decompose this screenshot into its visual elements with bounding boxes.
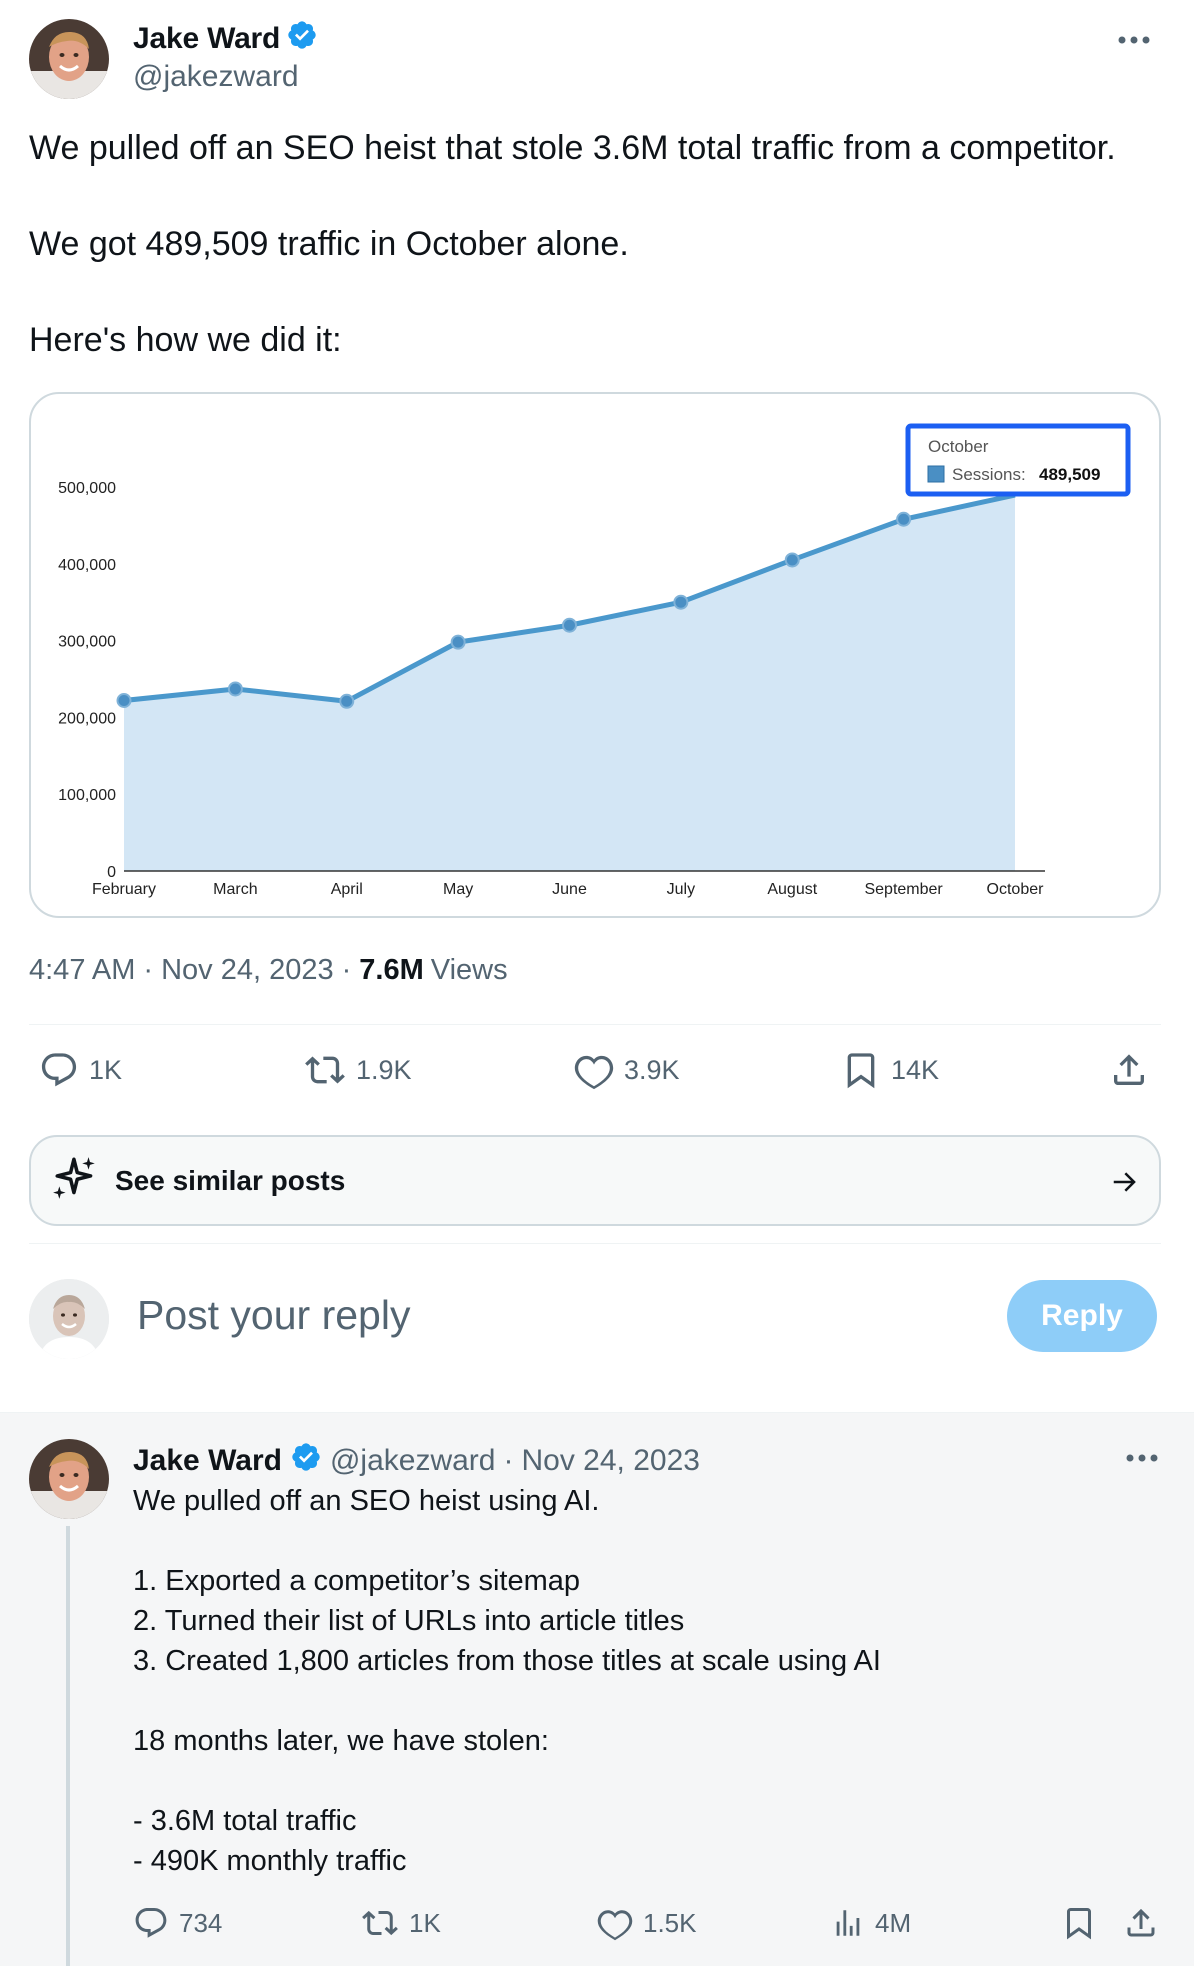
repost-button[interactable]: 1.9K bbox=[304, 1050, 412, 1090]
repost-icon bbox=[304, 1050, 346, 1090]
traffic-chart: 0 100,000 200,000 300,000 400,000 500,000 Febr… bbox=[58, 423, 1131, 898]
reply-views-button[interactable]: 4M bbox=[831, 1905, 911, 1941]
post-meta: 4:47 AM · Nov 24, 2023 · 7.6M Views bbox=[29, 954, 508, 987]
x-tick-label: October bbox=[987, 881, 1045, 898]
y-tick-label: 200,000 bbox=[58, 710, 116, 727]
reply-author-avatar[interactable] bbox=[29, 1439, 109, 1519]
reply-views-count: 4M bbox=[875, 1907, 912, 1938]
like-count: 3.9K bbox=[624, 1054, 680, 1085]
tooltip-label: Sessions: bbox=[952, 465, 1026, 484]
reply-input[interactable]: Post your reply bbox=[137, 1292, 410, 1339]
reply-header: Jake Ward @jakezward · Nov 24, 2023 bbox=[133, 1441, 700, 1481]
repost-count: 1.9K bbox=[356, 1054, 412, 1085]
reply-text: We pulled off an SEO heist using AI. 1. … bbox=[133, 1485, 881, 1877]
y-tick-label: 400,000 bbox=[58, 557, 116, 574]
x-tick-label: July bbox=[667, 881, 695, 898]
data-point bbox=[784, 552, 800, 568]
x-tick-label: June bbox=[552, 881, 587, 898]
share-icon bbox=[1123, 1905, 1159, 1941]
reply-repost-count: 1K bbox=[409, 1907, 441, 1938]
reply-reply-count: 734 bbox=[179, 1907, 223, 1938]
data-point bbox=[116, 693, 132, 709]
meta-separator: · bbox=[341, 954, 352, 986]
tooltip-swatch bbox=[927, 465, 945, 483]
reply-reply-button[interactable]: 734 bbox=[133, 1905, 222, 1941]
reply-date[interactable]: Nov 24, 2023 bbox=[521, 1444, 699, 1478]
arrow-right-icon bbox=[1109, 1167, 1141, 1202]
author-avatar[interactable] bbox=[29, 19, 109, 99]
author-handle[interactable]: @jakezward bbox=[133, 60, 299, 94]
reply-icon bbox=[133, 1905, 169, 1941]
reply-separator: · bbox=[503, 1444, 514, 1477]
post-date[interactable]: Nov 24, 2023 bbox=[161, 954, 334, 987]
divider bbox=[29, 1024, 1161, 1025]
see-similar-posts[interactable]: See similar posts bbox=[29, 1135, 1161, 1226]
x-tick-label: August bbox=[767, 881, 817, 898]
y-tick-label: 0 bbox=[107, 864, 116, 881]
reply-author-name[interactable]: Jake Ward bbox=[133, 1444, 282, 1478]
views-label: Views bbox=[430, 954, 508, 986]
verified-badge-icon bbox=[290, 1441, 322, 1481]
y-tick-label: 300,000 bbox=[58, 634, 116, 651]
reply-like-button[interactable]: 1.5K bbox=[597, 1905, 697, 1941]
data-point bbox=[227, 681, 243, 697]
reply-submit-button[interactable]: Reply bbox=[1007, 1280, 1157, 1352]
main-post: Jake Ward @jakezward We pulled off an SE… bbox=[0, 0, 1194, 1412]
reply-author-handle[interactable]: @jakezward bbox=[330, 1444, 496, 1478]
verified-badge-icon bbox=[286, 19, 318, 59]
reply-actions: 734 1K 1.5K 4M bbox=[133, 1905, 1163, 1949]
data-point bbox=[896, 511, 912, 527]
post-actions: 1K 1.9K 3.9K 14K bbox=[29, 1050, 1169, 1096]
bookmark-count: 14K bbox=[891, 1054, 940, 1085]
y-tick-label: 100,000 bbox=[58, 787, 116, 804]
post-time[interactable]: 4:47 AM bbox=[29, 954, 135, 987]
bookmark-button[interactable]: 14K bbox=[841, 1050, 939, 1090]
share-button[interactable] bbox=[1109, 1050, 1149, 1090]
data-point bbox=[339, 693, 355, 709]
sparkle-icon bbox=[51, 1153, 101, 1208]
more-icon[interactable] bbox=[1126, 1449, 1158, 1467]
like-button[interactable]: 3.9K bbox=[574, 1050, 680, 1090]
y-tick-label: 500,000 bbox=[58, 480, 116, 497]
author-name[interactable]: Jake Ward bbox=[133, 22, 280, 56]
data-point bbox=[450, 634, 466, 650]
meta-separator: · bbox=[143, 954, 154, 986]
tooltip-title: October bbox=[928, 437, 989, 456]
x-tick-label: April bbox=[331, 881, 363, 898]
chart-card[interactable]: 0 100,000 200,000 300,000 400,000 500,000 Febr… bbox=[29, 392, 1161, 918]
author-name-row[interactable]: Jake Ward bbox=[133, 19, 318, 59]
more-icon[interactable] bbox=[1110, 22, 1158, 58]
see-similar-label: See similar posts bbox=[115, 1164, 346, 1196]
reply-repost-button[interactable]: 1K bbox=[361, 1905, 441, 1941]
views-icon bbox=[831, 1905, 865, 1941]
data-point bbox=[673, 594, 689, 610]
repost-icon bbox=[361, 1905, 399, 1941]
data-point bbox=[562, 617, 577, 633]
reply-bookmark-button[interactable] bbox=[1061, 1905, 1097, 1941]
reply-button[interactable]: 1K bbox=[39, 1050, 122, 1090]
current-user-avatar[interactable] bbox=[29, 1279, 109, 1359]
thread-connector-line bbox=[66, 1526, 70, 1966]
like-icon bbox=[574, 1050, 614, 1090]
reply-icon bbox=[39, 1050, 79, 1090]
reply-share-button[interactable] bbox=[1123, 1905, 1159, 1941]
bookmark-icon bbox=[841, 1050, 881, 1090]
series-area bbox=[124, 495, 1015, 871]
bookmark-icon bbox=[1061, 1905, 1097, 1941]
share-icon bbox=[1109, 1050, 1149, 1090]
x-tick-label: March bbox=[213, 881, 257, 898]
x-tick-label: May bbox=[443, 881, 473, 898]
x-tick-label: September bbox=[864, 881, 943, 898]
x-tick-label: February bbox=[92, 881, 156, 898]
tooltip-value: 489,509 bbox=[1039, 465, 1100, 484]
thread-reply[interactable]: Jake Ward @jakezward · Nov 24, 2023 We p… bbox=[0, 1412, 1194, 1966]
like-icon bbox=[597, 1905, 633, 1941]
reply-count: 1K bbox=[89, 1054, 123, 1085]
views-count: 7.6M bbox=[359, 954, 424, 986]
divider bbox=[29, 1243, 1161, 1244]
post-text: We pulled off an SEO heist that stole 3.… bbox=[29, 129, 1116, 359]
reply-like-count: 1.5K bbox=[643, 1907, 697, 1938]
